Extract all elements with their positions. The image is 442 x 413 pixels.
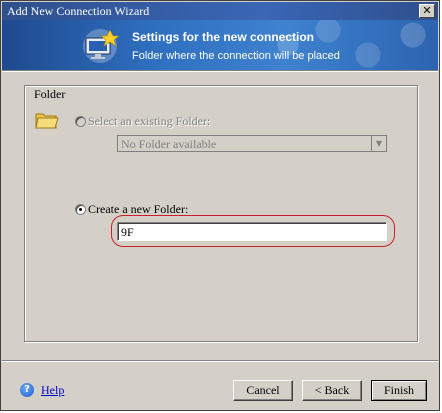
wizard-window: Add New Connection Wizard ✕ Settings for… (0, 0, 440, 411)
help-link[interactable]: Help (41, 383, 64, 398)
finish-button[interactable]: Finish (371, 380, 427, 401)
dropdown-value: No Folder available (121, 137, 217, 151)
existing-folder-dropdown[interactable]: No Folder available ▼ (117, 135, 387, 152)
folder-group-legend: Folder (32, 87, 68, 102)
folder-open-icon (35, 113, 59, 129)
title-bar[interactable]: Add New Connection Wizard ✕ (2, 2, 438, 20)
new-folder-name-input[interactable]: 9F (117, 222, 387, 241)
footer-divider (2, 360, 438, 362)
new-folder-radio[interactable] (75, 204, 86, 215)
chevron-down-icon[interactable]: ▼ (371, 136, 386, 151)
window-title: Add New Connection Wizard (7, 4, 150, 18)
banner-subtitle: Folder where the connection will be plac… (132, 50, 340, 62)
cancel-button[interactable]: Cancel (233, 380, 293, 401)
banner-background-pattern (268, 20, 438, 70)
existing-folder-radio[interactable] (75, 116, 86, 127)
header-divider (2, 70, 438, 72)
back-button[interactable]: < Back (302, 380, 362, 401)
wizard-banner: Settings for the new connection Folder w… (2, 20, 438, 70)
banner-title: Settings for the new connection (132, 30, 315, 44)
radio-selected-dot (79, 208, 82, 211)
wizard-monitor-icon (83, 29, 120, 63)
help-icon[interactable]: ? (20, 383, 34, 397)
close-button[interactable]: ✕ (419, 4, 435, 18)
existing-folder-label: Select an existing Folder: (88, 114, 211, 128)
